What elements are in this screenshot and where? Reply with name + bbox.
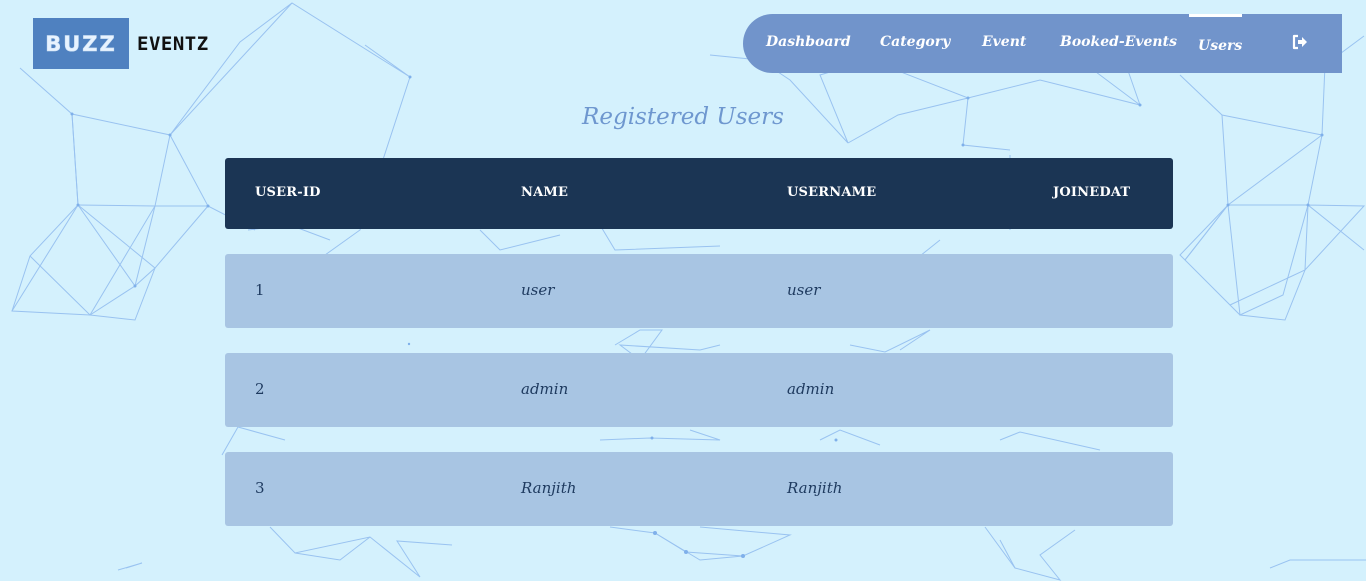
logo-box: BUZZ [33, 18, 129, 69]
column-header-joinedat: JOINEDAT [1053, 185, 1131, 200]
main-nav: Dashboard Category Event Booked-Events U… [743, 14, 1342, 73]
cell-user-id: 3 [255, 479, 265, 497]
column-header-username: USERNAME [787, 185, 877, 200]
table-row: 2 admin admin [225, 353, 1173, 427]
cell-name: admin [521, 380, 569, 398]
table-row: 3 Ranjith Ranjith [225, 452, 1173, 526]
table-row: 1 user user [225, 254, 1173, 328]
column-header-name: NAME [521, 185, 569, 200]
sign-out-icon[interactable] [1290, 32, 1310, 52]
nav-item-event[interactable]: Event [982, 14, 1026, 73]
nav-item-dashboard[interactable]: Dashboard [766, 14, 851, 73]
cell-username: user [787, 281, 821, 299]
nav-item-booked-events[interactable]: Booked-Events [1060, 14, 1177, 73]
nav-item-users[interactable]: Users [1188, 14, 1243, 77]
logo-text: EVENTZ [137, 32, 209, 55]
cell-user-id: 2 [255, 380, 265, 398]
page-title: Registered Users [582, 104, 784, 130]
cell-username: Ranjith [787, 479, 843, 497]
cell-name: Ranjith [521, 479, 577, 497]
brand-logo[interactable]: BUZZ EVENTZ [33, 18, 209, 69]
column-header-user-id: USER-ID [255, 185, 321, 200]
nav-item-category[interactable]: Category [880, 14, 950, 73]
cell-username: admin [787, 380, 835, 398]
table-header: USER-ID NAME USERNAME JOINEDAT [225, 158, 1173, 229]
cell-user-id: 1 [255, 281, 265, 299]
cell-name: user [521, 281, 555, 299]
